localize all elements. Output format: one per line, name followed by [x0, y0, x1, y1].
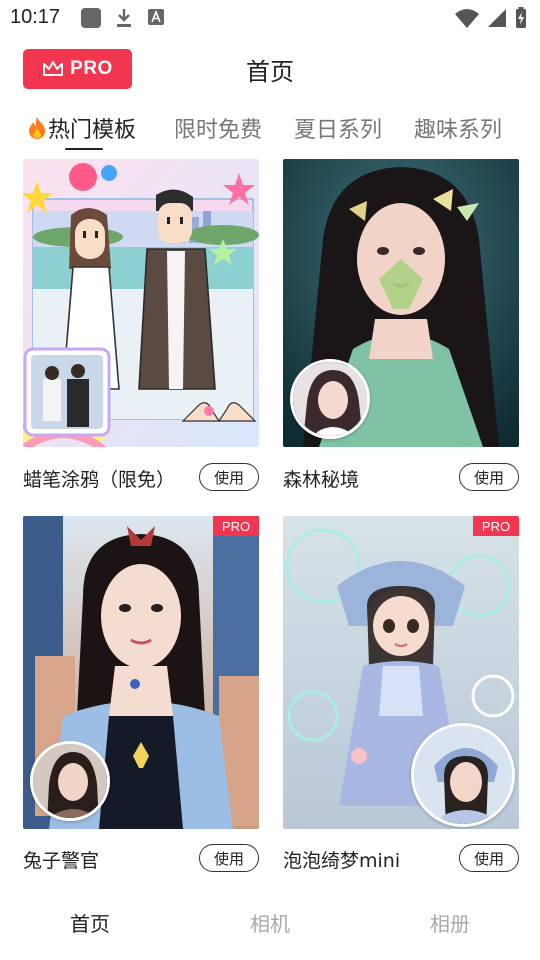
a-badge-icon — [148, 9, 164, 25]
template-thumbnail[interactable]: PRO — [23, 516, 259, 829]
preview-avatar — [411, 723, 515, 827]
use-button[interactable]: 使用 — [199, 463, 259, 491]
tab-hot-templates[interactable]: 热门模板 — [26, 112, 136, 144]
status-bar: 10:17 — [0, 0, 540, 36]
crayon-couple-illustration — [23, 159, 259, 447]
template-thumbnail[interactable] — [23, 159, 259, 447]
page-title: 首页 — [246, 58, 294, 86]
template-card: PRO 兔子警官 使用 — [23, 516, 259, 876]
template-title: 泡泡绮梦mini — [283, 850, 401, 872]
tab-fun-series[interactable]: 趣味系列 — [414, 112, 502, 144]
tab-limited-free[interactable]: 限时免费 — [174, 112, 262, 144]
pro-badge: PRO — [473, 516, 519, 536]
fire-icon — [29, 117, 45, 139]
preview-avatar — [30, 741, 110, 821]
tab-label: 热门模板 — [48, 118, 137, 143]
tab-summer-series[interactable]: 夏日系列 — [294, 112, 382, 144]
nav-home[interactable]: 首页 — [30, 908, 150, 937]
template-title: 蜡笔涂鸦（限免） — [23, 469, 176, 491]
template-card: 森林秘境 使用 — [283, 159, 519, 495]
app-square-icon — [81, 8, 101, 28]
bottom-navigation: 首页 相机 相册 — [0, 890, 540, 960]
use-button[interactable]: 使用 — [459, 463, 519, 491]
template-thumbnail[interactable] — [283, 159, 519, 447]
status-right-icons — [454, 7, 528, 29]
template-title: 兔子警官 — [23, 850, 100, 872]
preview-avatar — [290, 359, 370, 439]
signal-icon — [488, 9, 506, 27]
nav-camera[interactable]: 相机 — [210, 908, 330, 937]
download-icon — [117, 9, 131, 27]
battery-charging-icon — [516, 7, 526, 28]
status-time: 10:17 — [10, 6, 61, 28]
template-card: 蜡笔涂鸦（限免） 使用 — [23, 159, 259, 495]
template-title: 森林秘境 — [283, 469, 360, 491]
use-button[interactable]: 使用 — [199, 844, 259, 872]
header: PRO 首页 — [0, 46, 540, 92]
template-card: PRO 泡泡绮梦mini 使用 — [283, 516, 519, 876]
category-tabs: 热门模板 限时免费 夏日系列 趣味系列 — [0, 108, 540, 152]
use-button[interactable]: 使用 — [459, 844, 519, 872]
pro-badge: PRO — [213, 516, 259, 536]
wifi-icon — [455, 9, 479, 28]
tab-indicator — [65, 148, 103, 150]
nav-album[interactable]: 相册 — [390, 908, 510, 937]
template-thumbnail[interactable]: PRO — [283, 516, 519, 829]
